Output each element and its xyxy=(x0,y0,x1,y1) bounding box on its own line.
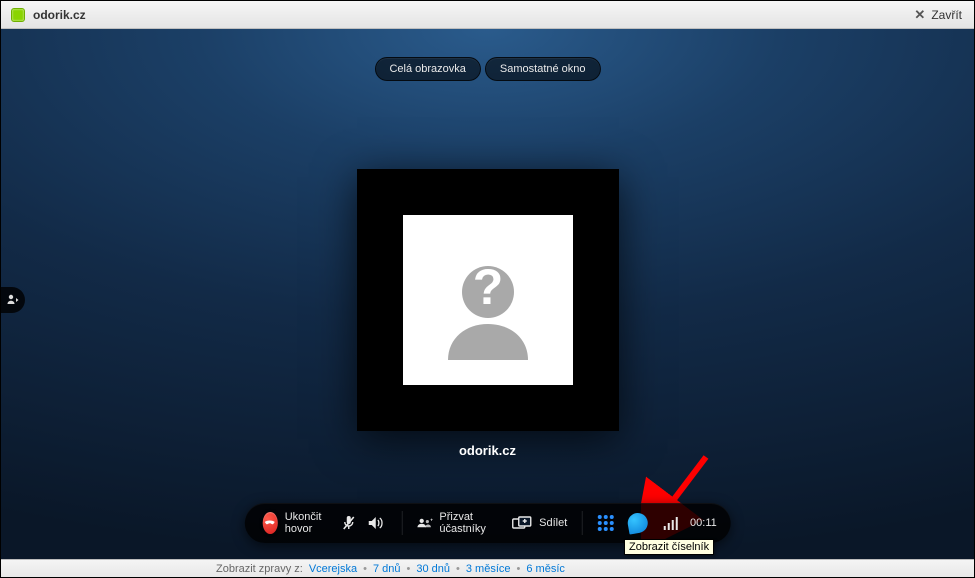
speaker-icon xyxy=(368,516,386,530)
share-screen-icon xyxy=(512,516,532,530)
close-window-button[interactable]: ✕ Zavřít xyxy=(910,5,966,25)
close-label: Zavřít xyxy=(931,8,962,22)
share-label: Sdílet xyxy=(539,517,567,529)
status-online-icon xyxy=(11,8,25,22)
signal-strength-button[interactable] xyxy=(656,516,686,530)
expand-contacts-tab[interactable] xyxy=(1,287,25,313)
history-filter-bar: Zobrazit zpravy z: Vcerejska • 7 dnů • 3… xyxy=(1,559,974,577)
invite-label: Přizvat účastníky xyxy=(439,511,498,535)
call-toolbar: Ukončit hovor + xyxy=(244,503,731,543)
expand-contacts-icon xyxy=(6,293,20,307)
speaker-button[interactable] xyxy=(362,516,392,530)
toolbar-separator xyxy=(581,511,582,535)
dialpad-icon xyxy=(598,515,614,531)
history-link[interactable]: 30 dnů xyxy=(416,563,450,575)
close-icon: ✕ xyxy=(914,7,925,23)
chat-balloon-icon xyxy=(626,511,649,534)
history-link[interactable]: 3 měsíce xyxy=(466,563,511,575)
title-left: odorik.cz xyxy=(11,8,86,22)
history-link[interactable]: 6 měsíc xyxy=(526,563,565,575)
title-bar: odorik.cz ✕ Zavřít xyxy=(1,1,974,29)
microphone-mute-icon xyxy=(342,515,356,531)
signal-strength-icon xyxy=(664,516,678,530)
chat-balloon-button[interactable] xyxy=(620,513,656,533)
history-link[interactable]: Vcerejska xyxy=(309,563,357,575)
mute-mic-button[interactable] xyxy=(336,515,362,531)
history-label: Zobrazit zpravy z: xyxy=(216,563,303,575)
hangup-label: Ukončit hovor xyxy=(285,511,332,535)
call-duration: 00:11 xyxy=(686,517,717,529)
svg-text:?: ? xyxy=(472,259,503,315)
popout-window-button[interactable]: Samostatné okno xyxy=(485,57,601,81)
share-button[interactable]: Sdílet xyxy=(508,516,571,530)
fullscreen-button[interactable]: Celá obrazovka xyxy=(374,57,480,81)
invite-participants-button[interactable]: + Přizvat účastníky xyxy=(413,511,502,535)
hangup-icon xyxy=(262,512,277,534)
call-area: Celá obrazovka Samostatné okno ? odorik.… xyxy=(1,29,974,561)
toolbar-separator xyxy=(402,511,403,535)
hangup-button[interactable]: Ukončit hovor xyxy=(258,511,336,535)
group-add-icon: + xyxy=(417,516,433,530)
view-mode-buttons: Celá obrazovka Samostatné okno xyxy=(374,57,600,81)
dialpad-button[interactable] xyxy=(592,515,620,531)
window-title: odorik.cz xyxy=(33,8,86,22)
contact-name-label: odorik.cz xyxy=(459,443,516,458)
contact-avatar-box: ? xyxy=(357,169,619,431)
avatar-placeholder: ? xyxy=(403,215,573,385)
history-link[interactable]: 7 dnů xyxy=(373,563,401,575)
dialpad-tooltip: Zobrazit číselník xyxy=(624,539,714,555)
svg-text:+: + xyxy=(430,519,432,524)
